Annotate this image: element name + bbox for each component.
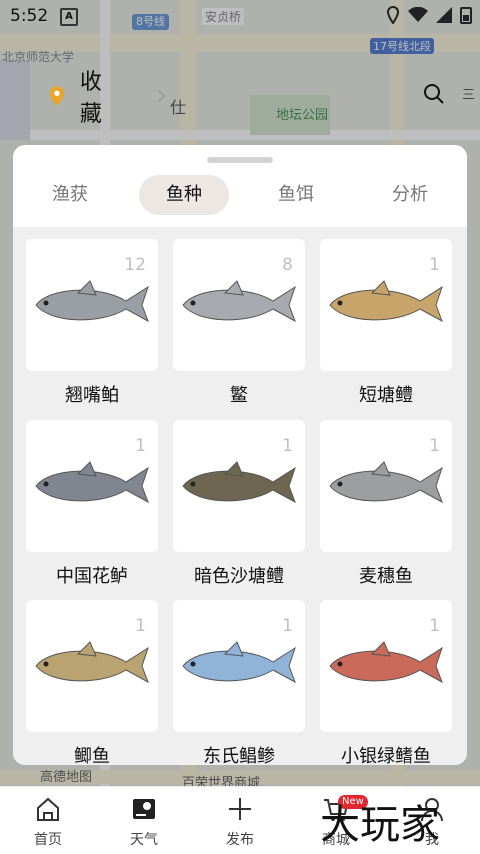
species-image: 1	[320, 600, 452, 732]
species-card[interactable]: 1 麦穗鱼	[320, 420, 452, 588]
fish-icon	[182, 461, 296, 504]
fish-icon	[329, 641, 443, 684]
species-name: 短塘鳢	[359, 385, 413, 406]
species-card[interactable]: 12 翘嘴鲌	[26, 239, 158, 407]
search-button[interactable]	[412, 74, 456, 114]
species-image: 1	[320, 420, 452, 552]
weather-icon	[133, 799, 155, 819]
fish-icon	[329, 461, 443, 504]
drag-handle[interactable]	[207, 157, 273, 163]
wifi-icon	[408, 7, 428, 22]
species-image: 1	[173, 600, 305, 732]
species-card[interactable]: 1 中国花鲈	[26, 420, 158, 588]
home-icon	[37, 797, 59, 821]
nav-label: 首页	[34, 832, 62, 848]
signal-icon	[436, 7, 452, 23]
watermark-logo: 大玩家	[320, 802, 440, 848]
location-icon	[386, 6, 400, 24]
battery-icon	[460, 7, 472, 24]
species-image: 1	[26, 600, 158, 732]
nav-label: 天气	[130, 832, 158, 848]
catch-count: 1	[135, 436, 146, 456]
species-grid: 12 翘嘴鲌 8 鳘 1 短塘鳢 1 中国花鲈 1 暗色沙塘鳢 1 麦穗鱼 1 鲫鱼 1 东氏鲳鲹 1 小银绿鳍鱼	[13, 227, 467, 765]
species-card[interactable]: 8鳘	[173, 239, 305, 407]
catch-count: 1	[282, 616, 293, 636]
tab-catch[interactable]: 渔获	[25, 175, 115, 215]
species-image: 12	[26, 239, 158, 371]
fish-icon	[35, 280, 149, 323]
status-time: 5:52	[10, 6, 49, 26]
favorites-label: 收藏	[79, 70, 102, 127]
tab-analysis[interactable]: 分析	[365, 175, 455, 215]
species-card[interactable]: 1 鲫鱼	[26, 600, 158, 765]
plus-icon	[229, 798, 251, 820]
species-image: 1	[173, 420, 305, 552]
fish-icon	[35, 461, 149, 504]
nav-label: 发布	[226, 832, 254, 848]
species-name: 麦穗鱼	[359, 566, 413, 587]
location-pin-icon	[49, 86, 65, 106]
nav-publish[interactable]: 发布	[192, 787, 288, 854]
species-name: 翘嘴鲌	[65, 385, 119, 406]
species-name: 暗色沙塘鳢	[194, 566, 284, 587]
catch-count: 1	[429, 255, 440, 275]
species-card[interactable]: 1 东氏鲳鲹	[173, 600, 305, 765]
species-name: 中国花鲈	[56, 566, 128, 587]
fish-icon	[35, 641, 149, 684]
species-name: 东氏鲳鲹	[203, 746, 275, 765]
species-card[interactable]: 1 短塘鳢	[320, 239, 452, 407]
tab-bar: 渔获 鱼种 鱼饵 分析	[13, 175, 467, 217]
nav-weather[interactable]: 天气	[96, 787, 192, 854]
catch-count: 1	[135, 616, 146, 636]
fish-icon	[182, 641, 296, 684]
notification-icon: A	[60, 8, 78, 26]
fish-icon	[329, 280, 443, 323]
catch-count: 1	[429, 436, 440, 456]
tab-species[interactable]: 鱼种	[139, 175, 229, 215]
nav-home[interactable]: 首页	[0, 787, 96, 854]
catch-count: 1	[282, 436, 293, 456]
species-sheet: 渔获 鱼种 鱼饵 分析 12 翘嘴鲌 8 鳘 1 短塘鳢 1 中国花鲈 1 暗色沙塘鳢 1 麦穗鱼 1 鲫…	[13, 145, 467, 765]
species-image: 1	[26, 420, 158, 552]
species-name: 鳘	[230, 385, 248, 406]
chevron-right-icon	[158, 90, 166, 102]
search-icon	[424, 84, 444, 104]
fish-icon	[182, 280, 296, 323]
species-card[interactable]: 1 小银绿鳍鱼	[320, 600, 452, 765]
species-image: 8	[173, 239, 305, 371]
catch-count: 1	[429, 616, 440, 636]
species-card[interactable]: 1 暗色沙塘鳢	[173, 420, 305, 588]
catch-count: 8	[282, 255, 293, 275]
species-image: 1	[320, 239, 452, 371]
species-name: 小银绿鳍鱼	[341, 746, 431, 765]
tab-bait[interactable]: 鱼饵	[251, 175, 341, 215]
catch-count: 12	[124, 255, 146, 275]
status-bar: 5:52 A	[0, 0, 480, 34]
species-name: 鲫鱼	[74, 746, 110, 765]
favorites-button[interactable]: 收藏	[34, 70, 166, 127]
